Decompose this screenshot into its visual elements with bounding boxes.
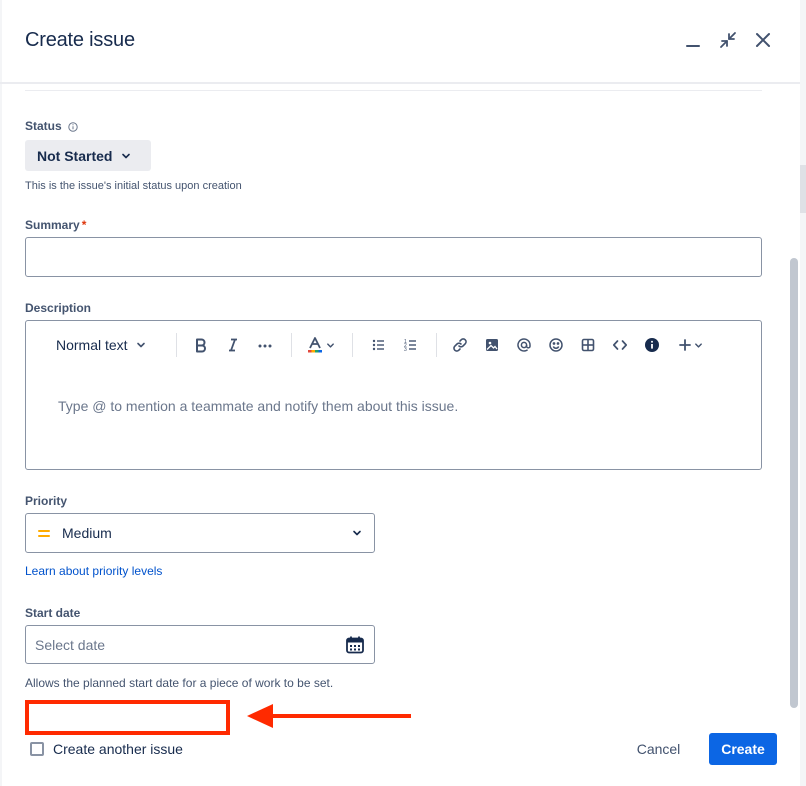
bold-icon (196, 338, 206, 353)
italic-icon (229, 338, 237, 352)
table-button[interactable] (577, 334, 599, 356)
collapse-icon (720, 32, 736, 48)
toolbar-separator (352, 333, 353, 357)
checkbox-box[interactable] (30, 742, 44, 756)
more-formatting-button[interactable] (254, 334, 276, 356)
status-label-text: Status (25, 119, 62, 133)
status-dropdown[interactable]: Not Started (25, 140, 151, 171)
bold-button[interactable] (190, 334, 212, 356)
scrollbar[interactable] (790, 258, 798, 708)
bullet-list-icon (372, 339, 384, 351)
chevron-down-icon (694, 342, 702, 348)
chevron-down-icon (136, 342, 145, 348)
description-editor[interactable]: Normal text 123 Type @ to mention a team… (25, 320, 762, 470)
toolbar-separator (176, 333, 177, 357)
priority-label: Priority (25, 494, 68, 508)
minimize-button[interactable] (681, 28, 705, 52)
emoji-icon (549, 338, 563, 352)
image-button[interactable] (481, 334, 503, 356)
code-button[interactable] (609, 334, 631, 356)
collapse-button[interactable] (716, 28, 740, 52)
text-style-label: Normal text (56, 337, 128, 353)
description-placeholder: Type @ to mention a teammate and notify … (58, 398, 459, 414)
more-formatting-icon (258, 344, 272, 348)
italic-button[interactable] (222, 334, 244, 356)
summary-label: Summary * (25, 218, 86, 232)
info-panel-button[interactable] (641, 334, 663, 356)
info-panel-icon (645, 338, 659, 352)
annotation-highlight-box (25, 700, 230, 735)
background-edge-segment (800, 165, 806, 213)
create-button[interactable]: Create (709, 733, 777, 765)
status-help-text: This is the issue's initial status upon … (25, 180, 242, 192)
start-date-field[interactable] (25, 625, 375, 664)
image-icon (486, 339, 498, 351)
annotation-arrow-icon (247, 704, 411, 728)
toolbar-separator (291, 333, 292, 357)
text-style-dropdown[interactable]: Normal text (56, 334, 146, 356)
status-label: Status (25, 119, 78, 133)
chevron-down-icon (352, 528, 362, 538)
required-mark: * (81, 218, 87, 232)
start-date-label: Start date (25, 606, 81, 620)
close-icon (756, 33, 770, 47)
info-icon (68, 122, 78, 132)
minimize-icon (686, 45, 700, 47)
text-color-button[interactable] (305, 334, 337, 356)
chevron-down-icon (327, 342, 334, 348)
create-issue-modal: Create issue Status Not Started This is … (0, 0, 806, 786)
close-button[interactable] (751, 28, 775, 52)
modal-title: Create issue (25, 29, 135, 51)
create-another-label: Create another issue (53, 741, 183, 757)
summary-input[interactable] (25, 237, 762, 277)
insert-icon (678, 339, 691, 351)
status-value: Not Started (37, 147, 113, 164)
emoji-button[interactable] (545, 334, 567, 356)
summary-label-text: Summary (25, 218, 80, 232)
calendar-icon[interactable] (345, 635, 365, 655)
mention-icon (517, 338, 531, 352)
priority-levels-link[interactable]: Learn about priority levels (25, 564, 162, 578)
numbered-list-button[interactable]: 123 (400, 334, 422, 356)
svg-text:3: 3 (404, 347, 407, 353)
code-icon (612, 340, 628, 350)
cancel-button[interactable]: Cancel (626, 734, 691, 764)
text-color-icon (308, 337, 322, 353)
link-icon (453, 338, 467, 352)
priority-select[interactable]: Medium (25, 513, 375, 553)
toolbar-separator (436, 333, 437, 357)
modal-header: Create issue (0, 0, 800, 84)
content-divider (25, 90, 762, 91)
background-edge-right (800, 0, 806, 786)
priority-medium-icon (38, 529, 51, 537)
background-edge-left (0, 0, 2, 786)
table-icon (581, 338, 595, 352)
start-date-help-text: Allows the planned start date for a piec… (25, 676, 334, 690)
bullet-list-button[interactable] (368, 334, 390, 356)
create-another-checkbox[interactable]: Create another issue (30, 741, 183, 757)
editor-toolbar: Normal text 123 (26, 321, 761, 369)
start-date-input[interactable] (26, 626, 326, 663)
mention-button[interactable] (513, 334, 535, 356)
link-button[interactable] (449, 334, 471, 356)
description-label: Description (25, 301, 92, 315)
priority-value: Medium (62, 525, 112, 541)
numbered-list-icon: 123 (404, 339, 416, 353)
insert-button[interactable] (675, 334, 705, 356)
chevron-down-icon (121, 151, 131, 161)
